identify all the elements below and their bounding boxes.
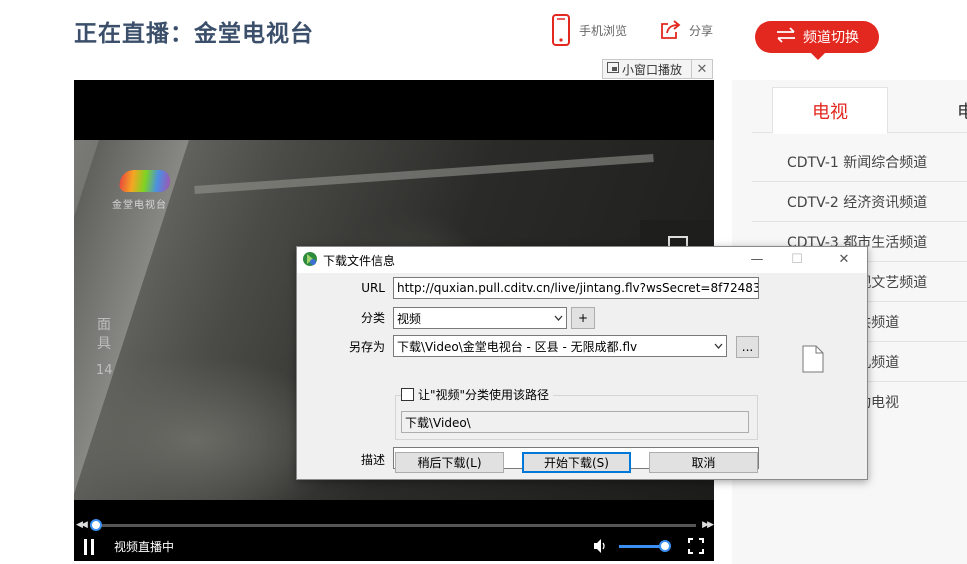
tab-radio[interactable]: 电	[957, 87, 967, 134]
download-later-button[interactable]: 稍后下载(L)	[395, 452, 504, 473]
phone-icon	[551, 14, 571, 46]
start-download-button[interactable]: 开始下载(S)	[522, 452, 631, 473]
use-path-checkbox[interactable]	[401, 388, 414, 401]
category-label: 分类	[360, 311, 385, 325]
maximize-icon: ☐	[791, 252, 803, 267]
mobile-view-label: 手机浏览	[579, 23, 628, 38]
channel-item[interactable]: CDTV-1 新闻综合频道	[752, 142, 967, 182]
channel-logo: 金堂电视台	[112, 170, 182, 218]
progress-track[interactable]	[92, 524, 696, 527]
channel-logo-text: 金堂电视台	[112, 200, 167, 211]
dialog-titlebar[interactable]: 下载文件信息 — ☐ ✕	[297, 247, 867, 273]
channel-item[interactable]: CDTV-2 经济资讯频道	[752, 182, 967, 222]
channel-switch-label: 频道切换	[803, 30, 859, 46]
rewind-icon[interactable]: ◀◀	[76, 520, 88, 530]
video-overlay-number: 14	[96, 363, 113, 378]
chevron-down-icon	[710, 336, 726, 356]
close-icon[interactable]: ✕	[834, 250, 854, 270]
volume-icon[interactable]	[592, 538, 608, 557]
category-select[interactable]: 视频	[393, 307, 567, 329]
url-label: URL	[361, 281, 385, 295]
frame-edge	[194, 153, 654, 195]
file-icon	[802, 345, 824, 376]
use-path-label: 让"视频"分类使用该路径	[418, 388, 550, 402]
picture-in-picture-icon	[607, 62, 619, 76]
mobile-view-button[interactable]: 手机浏览	[551, 14, 627, 46]
dialog-title: 下载文件信息	[323, 253, 396, 268]
pause-icon[interactable]	[84, 538, 98, 555]
fullscreen-icon[interactable]	[688, 538, 704, 557]
switch-arrows-icon	[775, 27, 797, 47]
download-dialog: 下载文件信息 — ☐ ✕ URL http://quxian.pull.cdit…	[296, 246, 868, 480]
browse-button[interactable]: ...	[736, 336, 759, 358]
share-button[interactable]: 分享	[659, 14, 713, 46]
sidebar-top: 频道切换	[732, 0, 967, 80]
forward-icon[interactable]: ▶▶	[702, 520, 714, 530]
mini-window-button[interactable]: 小窗口播放	[603, 60, 692, 78]
use-path-checkbox-row[interactable]: 让"视频"分类使用该路径	[401, 386, 554, 403]
saveas-label: 另存为	[348, 340, 385, 354]
progress-knob[interactable]	[90, 519, 102, 531]
share-icon	[659, 20, 681, 40]
chevron-down-icon	[550, 308, 566, 328]
mini-window-bar: 小窗口播放 ✕	[602, 59, 713, 79]
category-path-field: 下载\Video\	[401, 411, 749, 433]
channel-tabs: 电视 电	[752, 87, 967, 134]
saveas-select[interactable]: 下载\Video\金堂电视台 - 区县 - 无限成都.flv	[393, 335, 727, 357]
saveas-value: 下载\Video\金堂电视台 - 区县 - 无限成都.flv	[397, 339, 638, 354]
share-label: 分享	[689, 23, 714, 38]
tab-tv[interactable]: 电视	[772, 87, 888, 134]
page-title: 正在直播：金堂电视台	[74, 21, 314, 47]
add-category-button[interactable]: +	[571, 307, 595, 329]
minimize-icon[interactable]: —	[747, 250, 767, 270]
channel-switch-button[interactable]: 频道切换	[755, 21, 879, 60]
player-controls: 视频直播中	[74, 532, 714, 561]
video-overlay-title: 面具	[97, 317, 111, 352]
progress-bar[interactable]: ◀◀ ▶▶	[74, 518, 714, 532]
category-value: 视频	[397, 311, 422, 326]
url-field[interactable]: http://quxian.pull.cditv.cn/live/jintang…	[393, 277, 759, 299]
mini-window-close-icon[interactable]: ✕	[692, 62, 712, 77]
live-status-label: 视频直播中	[114, 540, 175, 554]
cancel-button[interactable]: 取消	[649, 452, 758, 473]
mini-window-label: 小窗口播放	[622, 62, 683, 77]
volume-slider-knob[interactable]	[659, 540, 671, 552]
download-manager-icon	[302, 251, 318, 270]
channel-logo-mark	[118, 170, 172, 192]
description-label: 描述	[360, 453, 385, 467]
